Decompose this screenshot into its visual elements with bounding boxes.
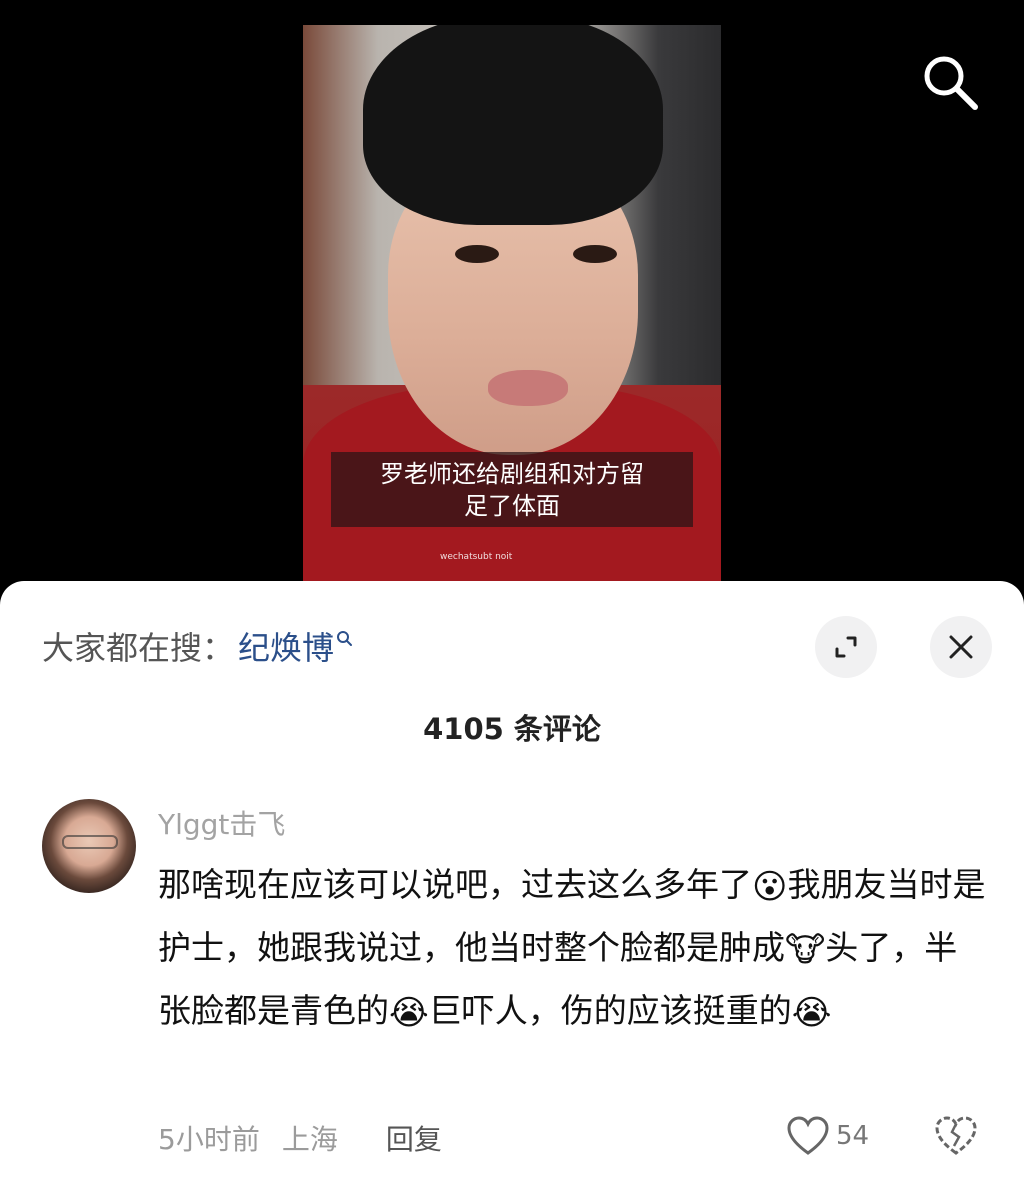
- comment-body[interactable]: 那啥现在应该可以说吧，过去这么多年了😮我朋友当时是护士，她跟我说过，他当时整个脸…: [158, 853, 988, 1042]
- surprised-emoji-icon: 😮: [752, 867, 788, 907]
- video-eye-right: [573, 245, 617, 263]
- small-search-icon: [337, 631, 353, 646]
- avatar-glasses: [62, 835, 118, 849]
- comment-time: 5小时前: [158, 1123, 260, 1156]
- trending-search-row[interactable]: 大家都在搜： 纪焕博: [42, 621, 354, 671]
- comment-text-part-1: 那啥现在应该可以说吧，过去这么多年了: [158, 865, 752, 904]
- like-count: 54: [836, 1121, 870, 1151]
- heart-icon: [787, 1116, 829, 1155]
- expand-icon: [835, 636, 857, 658]
- comment-username[interactable]: Ylggt击飞: [158, 803, 285, 843]
- video-hair: [363, 25, 663, 225]
- comment-meta: 5小时前 上海 回复: [158, 1118, 442, 1158]
- comment-location: 上海: [281, 1123, 338, 1156]
- close-icon: [949, 635, 973, 659]
- broken-heart-icon: [935, 1116, 977, 1155]
- search-icon: [924, 56, 978, 110]
- dislike-button[interactable]: [934, 1116, 978, 1160]
- video-mouth: [488, 370, 568, 406]
- crying-laugh-emoji-icon: 😭: [389, 993, 429, 1033]
- reply-button[interactable]: 回复: [386, 1118, 442, 1158]
- trending-term-link[interactable]: 纪焕博: [238, 623, 334, 669]
- like-button[interactable]: 54: [786, 1116, 869, 1156]
- trending-prefix: 大家都在搜：: [42, 629, 235, 667]
- expand-button[interactable]: [815, 616, 877, 678]
- comment-sheet: 大家都在搜： 纪焕博 4105 条评论 Ylggt击飞 那啥现在应该可以说吧，过…: [0, 581, 1024, 1184]
- comment-count-title: 4105 条评论: [423, 712, 601, 746]
- subtitle-line-1: 罗老师还给剧组和对方留: [380, 460, 644, 488]
- shirt-print-text: wechatsubt noit: [440, 552, 513, 562]
- video-player[interactable]: 罗老师还给剧组和对方留 足了体面 wechatsubt noit: [0, 0, 1024, 600]
- close-button[interactable]: [930, 616, 992, 678]
- search-button[interactable]: [920, 52, 980, 112]
- video-subtitle: 罗老师还给剧组和对方留 足了体面: [331, 452, 693, 527]
- comment-text-part-4: 巨吓人，伤的应该挺重的: [428, 991, 792, 1030]
- cow-emoji-icon: 🐮: [785, 930, 826, 970]
- avatar[interactable]: [42, 799, 136, 893]
- subtitle-line-2: 足了体面: [464, 492, 560, 520]
- video-eye-left: [455, 245, 499, 263]
- crying-laugh-emoji-icon-2: 😭: [791, 993, 832, 1033]
